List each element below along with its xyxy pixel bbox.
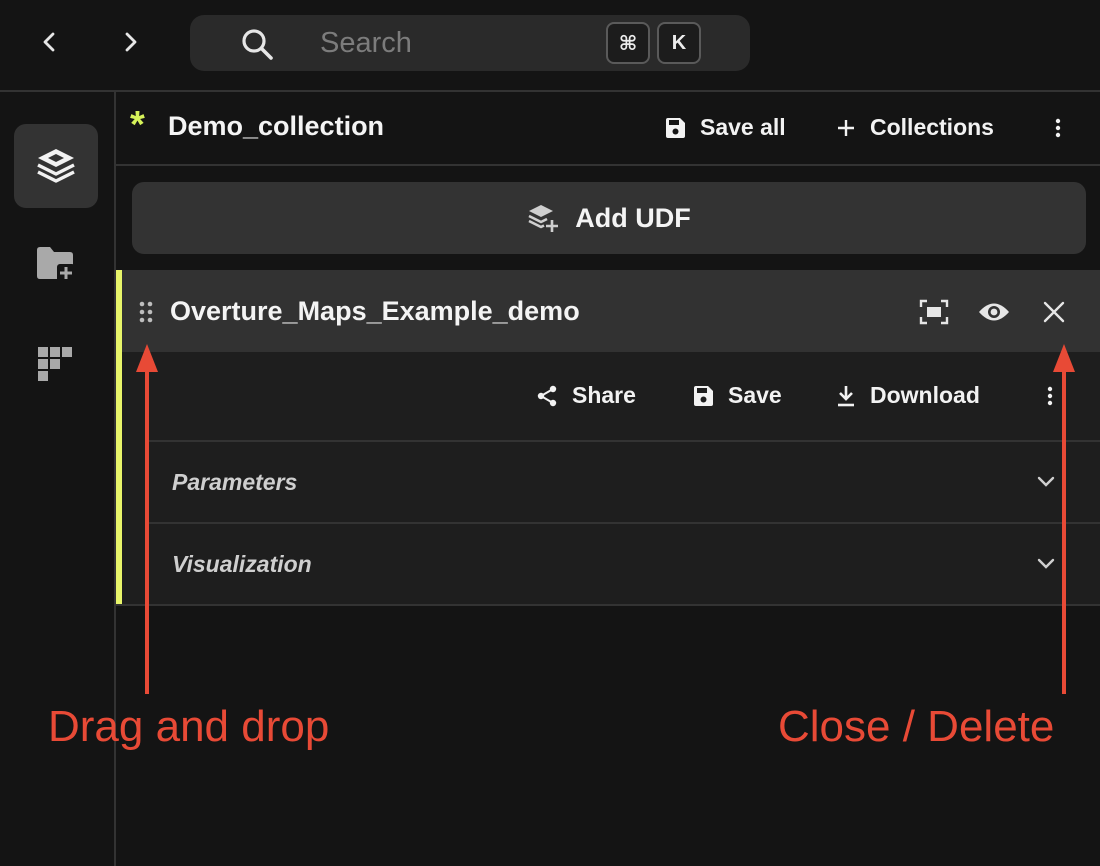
- annotation-close-delete: Close / Delete: [778, 702, 1055, 751]
- annotation-drag-drop: Drag and drop: [48, 702, 330, 751]
